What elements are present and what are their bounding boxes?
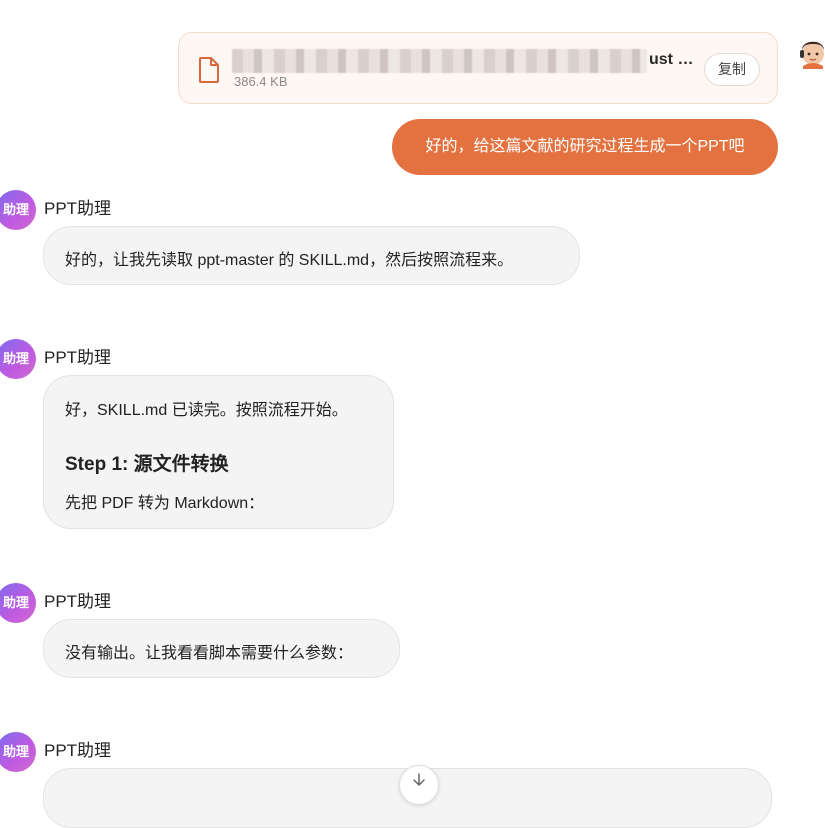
assistant-avatar: 助理 (0, 732, 36, 772)
user-avatar (800, 41, 824, 69)
assistant-name: PPT助理 (44, 741, 112, 760)
file-name-redacted (232, 49, 647, 73)
user-message-bubble: 好的，给这篇文献的研究过程生成一个PPT吧 (392, 119, 778, 175)
message-text: 没有输出。让我看看脚本需要什么参数： (65, 645, 354, 662)
assistant-name: PPT助理 (44, 199, 112, 218)
assistant-avatar: 助理 (0, 583, 36, 623)
assistant-message-bubble: 好，SKILL.md 已读完。按照流程开始。 Step 1: 源文件转换 先把 … (43, 375, 394, 529)
assistant-avatar: 助理 (0, 339, 36, 379)
message-text: 好的，让我先读取 ppt-master 的 SKILL.md，然后按照流程来。 (65, 252, 514, 269)
file-size: 386.4 KB (234, 74, 288, 89)
assistant-name: PPT助理 (44, 592, 112, 611)
file-name: ust … (649, 51, 694, 68)
message-text: 先把 PDF 转为 Markdown： (65, 495, 265, 512)
copy-button[interactable]: 复制 (704, 53, 760, 86)
scroll-to-bottom-button[interactable] (399, 765, 439, 805)
assistant-message-bubble: 好的，让我先读取 ppt-master 的 SKILL.md，然后按照流程来。 (43, 226, 580, 285)
assistant-message-bubble: 没有输出。让我看看脚本需要什么参数： (43, 619, 400, 678)
assistant-avatar: 助理 (0, 190, 36, 230)
file-attachment-card[interactable]: ust … 386.4 KB 复制 (178, 32, 778, 104)
step-heading: Step 1: 源文件转换 (65, 454, 229, 475)
assistant-name: PPT助理 (44, 348, 112, 367)
message-text: 好，SKILL.md 已读完。按照流程开始。 (65, 402, 348, 419)
file-icon (199, 57, 219, 83)
